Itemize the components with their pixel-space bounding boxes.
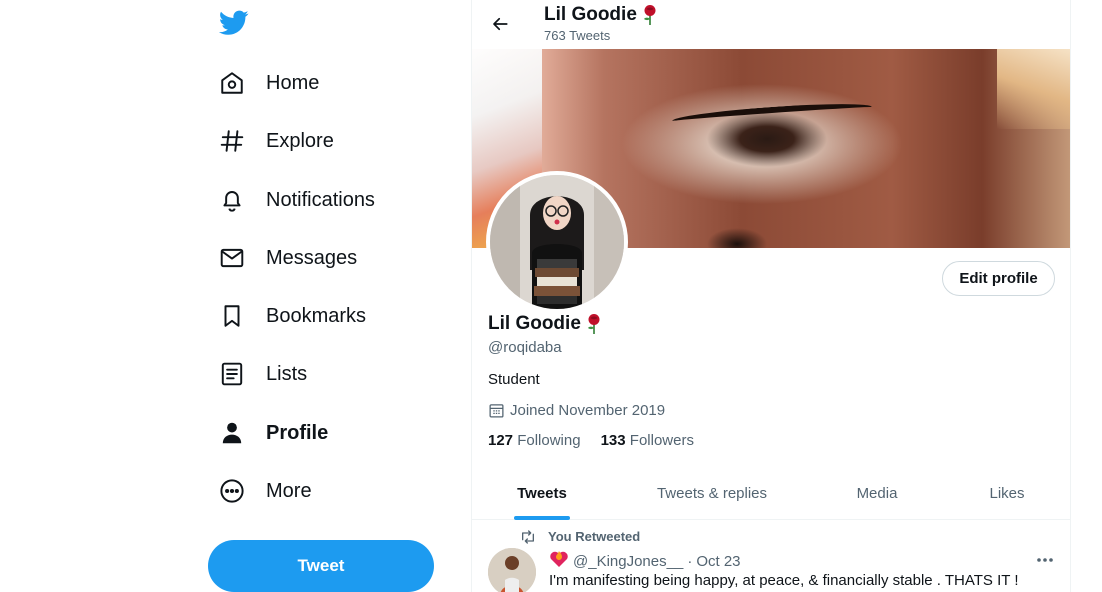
followers-label: Followers [629,432,694,449]
tweet-text: I'm manifesting being happy, at peace, &… [549,572,1019,589]
tab-likes-label: Likes [989,484,1025,502]
tab-tweets[interactable]: Tweets [472,466,612,520]
bookmark-icon [214,298,250,334]
rose-emoji-icon [641,4,659,26]
retweet-label: You Retweeted [548,529,641,544]
active-tab-indicator [514,516,570,520]
nav-label-home: Home [266,71,320,94]
twitter-logo-icon[interactable] [218,10,249,38]
nav-label-messages: Messages [266,246,358,269]
retweet-icon [522,529,534,544]
hashtag-icon [214,123,250,159]
tab-likes[interactable]: Likes [942,466,1070,520]
retweet-indicator: You Retweeted [520,529,640,544]
tweet-separator: · [687,552,693,570]
profile-bio: Student [488,371,540,388]
tab-tweets-label: Tweets [517,484,567,502]
nav-item-more[interactable]: More [214,467,332,515]
profile-display-name: Lil Goodie [488,313,603,335]
header-name: Lil Goodie [544,4,637,25]
profile-joined-text: Joined November 2019 [510,402,666,419]
rose-emoji-icon [585,313,603,335]
nav-item-explore[interactable]: Explore [214,117,354,165]
nav-label-lists: Lists [266,362,308,385]
profile-avatar[interactable] [486,171,628,313]
nav-item-profile[interactable]: Profile [214,409,348,457]
nav-label-more: More [266,479,312,502]
home-icon [214,65,250,101]
banner-highlight [997,49,1070,129]
profile-stats: 127 Following 133 Followers [488,432,714,449]
tab-tweets-replies[interactable]: Tweets & replies [612,466,812,520]
tab-media-label: Media [856,484,898,502]
followers-count: 133 [600,432,626,449]
nav-label-notifications: Notifications [266,188,375,211]
tab-media[interactable]: Media [812,466,942,520]
following-count: 127 [488,432,514,449]
tweet-author-avatar[interactable] [488,548,536,592]
header-title: Lil Goodie [544,4,659,26]
profile-tabs: Tweets Tweets & replies Media Likes [472,466,1070,520]
tweet-header: @_KingJones__ · Oct 23 [549,550,741,572]
tweet-button[interactable]: Tweet [208,540,434,592]
nav-item-notifications[interactable]: Notifications [214,176,395,224]
banner-eyelashes [671,100,873,128]
edit-profile-button[interactable]: Edit profile [942,261,1055,296]
nav-item-home[interactable]: Home [214,59,339,107]
following-label: Following [517,432,581,449]
nav-label-bookmarks: Bookmarks [266,304,367,327]
profile-joined: Joined November 2019 [488,402,665,419]
tab-tweets-replies-label: Tweets & replies [656,484,768,502]
person-icon [214,415,250,451]
tweet-author-handle[interactable]: @_KingJones__ [573,553,683,570]
tweet-date[interactable]: Oct 23 [696,553,740,570]
more-circle-icon [214,473,250,509]
profile-header-bar: Lil Goodie 763 Tweets [472,0,1070,49]
more-options-icon[interactable] [1032,549,1058,571]
nav-label-profile: Profile [266,421,329,444]
list-icon [214,356,250,392]
nav-item-lists[interactable]: Lists [214,350,327,398]
following-link[interactable]: 127 Following [488,432,581,449]
bell-icon [214,182,250,218]
followers-link[interactable]: 133 Followers [601,432,694,449]
profile-column: Lil Goodie 763 Tweets Edit profile Lil G… [471,0,1071,592]
header-tweet-count: 763 Tweets [544,28,611,43]
profile-handle: @roqidaba [488,339,562,356]
profile-name-text: Lil Goodie [488,313,581,334]
envelope-icon [214,240,250,276]
fire-heart-emoji-icon [549,550,569,572]
nav-item-bookmarks[interactable]: Bookmarks [214,292,386,340]
back-arrow-icon[interactable] [486,10,514,38]
calendar-icon [489,404,504,418]
nav-label-explore: Explore [266,129,334,152]
sidebar-nav: Home Explore Notifications Messages Book… [200,0,460,592]
nav-item-messages[interactable]: Messages [214,234,377,282]
